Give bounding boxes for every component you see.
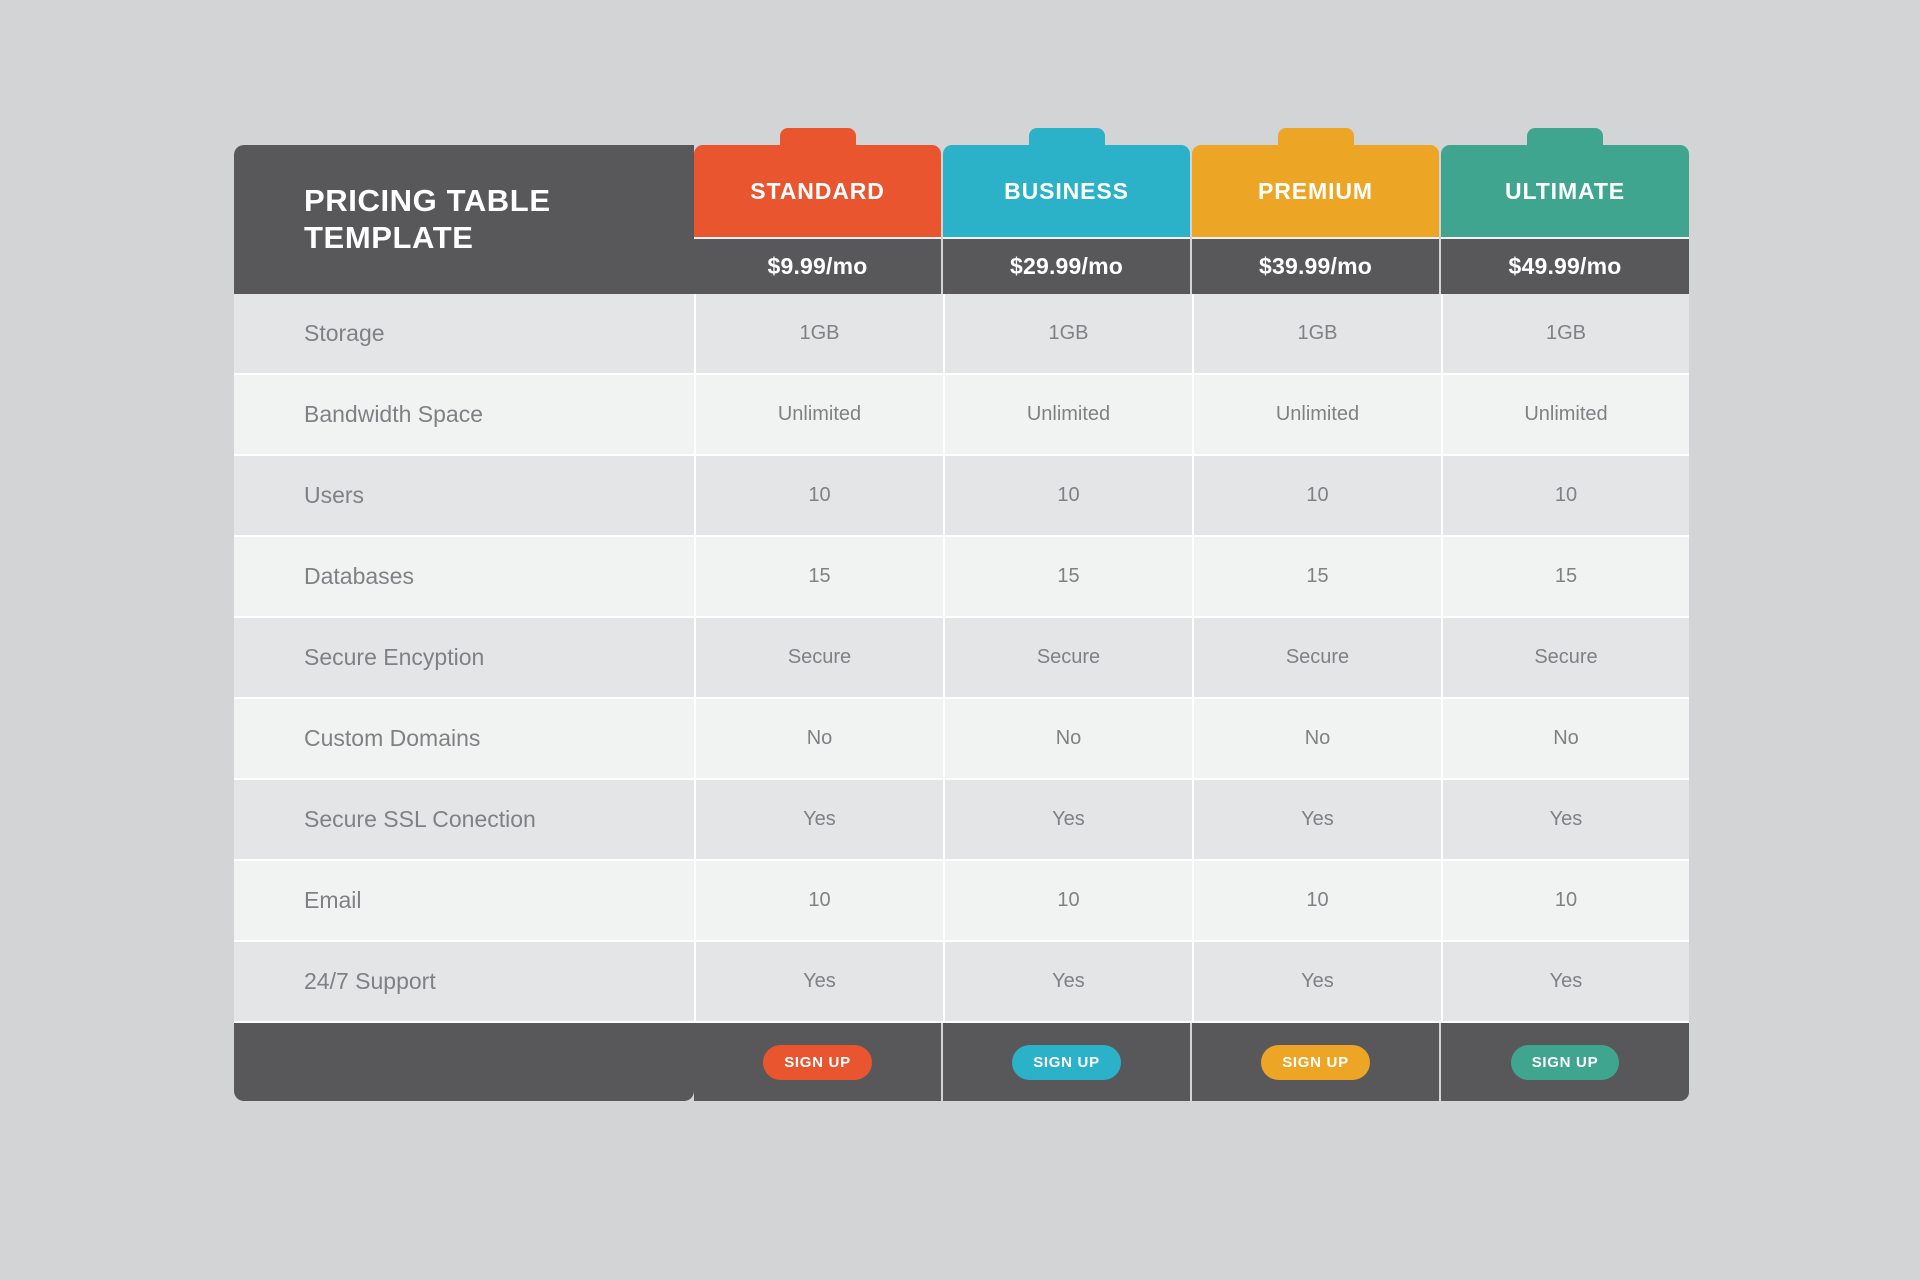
feature-value-cell: 10 [943, 861, 1192, 942]
feature-value-cell: 10 [694, 861, 943, 942]
price-label: $29.99/mo [1009, 253, 1124, 279]
plan-header-standard[interactable]: STANDARD [694, 128, 941, 237]
tab-notch-icon [1527, 128, 1603, 154]
tab-notch-icon [1028, 128, 1105, 154]
feature-value-cell: Unlimited [694, 375, 943, 456]
feature-label: Email [234, 861, 694, 942]
feature-label: Custom Domains [234, 699, 694, 780]
feature-value-cell: 1GB [943, 294, 1192, 375]
feature-label: Databases [234, 537, 694, 618]
feature-value-cell: 1GB [1441, 294, 1689, 375]
feature-value-cell: Yes [1192, 780, 1441, 861]
feature-label: Users [234, 456, 694, 537]
plan-header-business[interactable]: BUSINESS [943, 128, 1190, 237]
feature-value-cell: 15 [1441, 537, 1689, 618]
tab-notch-icon [1277, 128, 1354, 154]
plan-name-label: STANDARD [750, 177, 885, 204]
feature-value-cell: Yes [943, 780, 1192, 861]
signup-button-business[interactable]: SIGN UP [1012, 1044, 1121, 1080]
feature-value-cell: 10 [1192, 456, 1441, 537]
footer-cell-ultimate: SIGN UP [1441, 1023, 1689, 1101]
pricing-table-title-cell: PRICING TABLE TEMPLATE [234, 145, 694, 294]
feature-label: Secure Encyption [234, 618, 694, 699]
pricing-table: PRICING TABLE TEMPLATE STANDARD BUSINESS… [234, 128, 1689, 1101]
feature-value-cell: No [943, 699, 1192, 780]
plan-price-standard: $9.99/mo [694, 237, 941, 294]
plan-name-label: PREMIUM [1258, 177, 1373, 204]
feature-value-cell: Secure [1192, 618, 1441, 699]
feature-value-cell: Unlimited [1192, 375, 1441, 456]
footer-cell-standard: SIGN UP [694, 1023, 941, 1101]
plan-price-premium: $39.99/mo [1192, 237, 1439, 294]
feature-value-cell: 10 [943, 456, 1192, 537]
feature-value-cell: 10 [1441, 456, 1689, 537]
feature-value-cell: Yes [1441, 780, 1689, 861]
feature-value-cell: No [1192, 699, 1441, 780]
feature-label: Storage [234, 294, 694, 375]
feature-value-cell: Yes [943, 942, 1192, 1023]
plan-name-label: BUSINESS [1004, 177, 1129, 204]
pricing-table-page: PRICING TABLE TEMPLATE STANDARD BUSINESS… [0, 0, 1920, 1280]
feature-value-cell: 10 [1192, 861, 1441, 942]
plan-price-ultimate: $49.99/mo [1441, 237, 1689, 294]
feature-label: Secure SSL Conection [234, 780, 694, 861]
feature-value-cell: 15 [1192, 537, 1441, 618]
tab-notch-icon [779, 128, 856, 154]
feature-value-cell: Secure [943, 618, 1192, 699]
feature-value-cell: 15 [694, 537, 943, 618]
feature-value-cell: No [1441, 699, 1689, 780]
signup-button-premium[interactable]: SIGN UP [1261, 1044, 1370, 1080]
feature-value-cell: Yes [1441, 942, 1689, 1023]
price-label: $39.99/mo [1258, 253, 1373, 279]
footer-left-panel [234, 1023, 694, 1101]
plan-price-business: $29.99/mo [943, 237, 1190, 294]
footer-cell-premium: SIGN UP [1192, 1023, 1439, 1101]
feature-value-cell: 10 [694, 456, 943, 537]
feature-value-cell: Yes [694, 942, 943, 1023]
feature-value-cell: 15 [943, 537, 1192, 618]
feature-value-cell: 1GB [1192, 294, 1441, 375]
feature-value-cell: Secure [1441, 618, 1689, 699]
feature-label: Bandwidth Space [234, 375, 694, 456]
feature-value-cell: Unlimited [943, 375, 1192, 456]
feature-label: 24/7 Support [234, 942, 694, 1023]
price-label: $49.99/mo [1508, 253, 1622, 279]
feature-value-cell: Yes [694, 780, 943, 861]
plan-header-ultimate[interactable]: ULTIMATE [1441, 128, 1689, 237]
feature-value-cell: No [694, 699, 943, 780]
feature-value-cell: 10 [1441, 861, 1689, 942]
feature-value-cell: Yes [1192, 942, 1441, 1023]
signup-button-ultimate[interactable]: SIGN UP [1510, 1044, 1620, 1080]
feature-value-cell: 1GB [694, 294, 943, 375]
feature-value-cell: Unlimited [1441, 375, 1689, 456]
footer-cell-business: SIGN UP [943, 1023, 1190, 1101]
signup-button-standard[interactable]: SIGN UP [763, 1044, 872, 1080]
page-title: PRICING TABLE TEMPLATE [304, 183, 551, 255]
price-label: $9.99/mo [767, 253, 868, 279]
plan-header-premium[interactable]: PREMIUM [1192, 128, 1439, 237]
feature-value-cell: Secure [694, 618, 943, 699]
plan-name-label: ULTIMATE [1504, 177, 1626, 204]
